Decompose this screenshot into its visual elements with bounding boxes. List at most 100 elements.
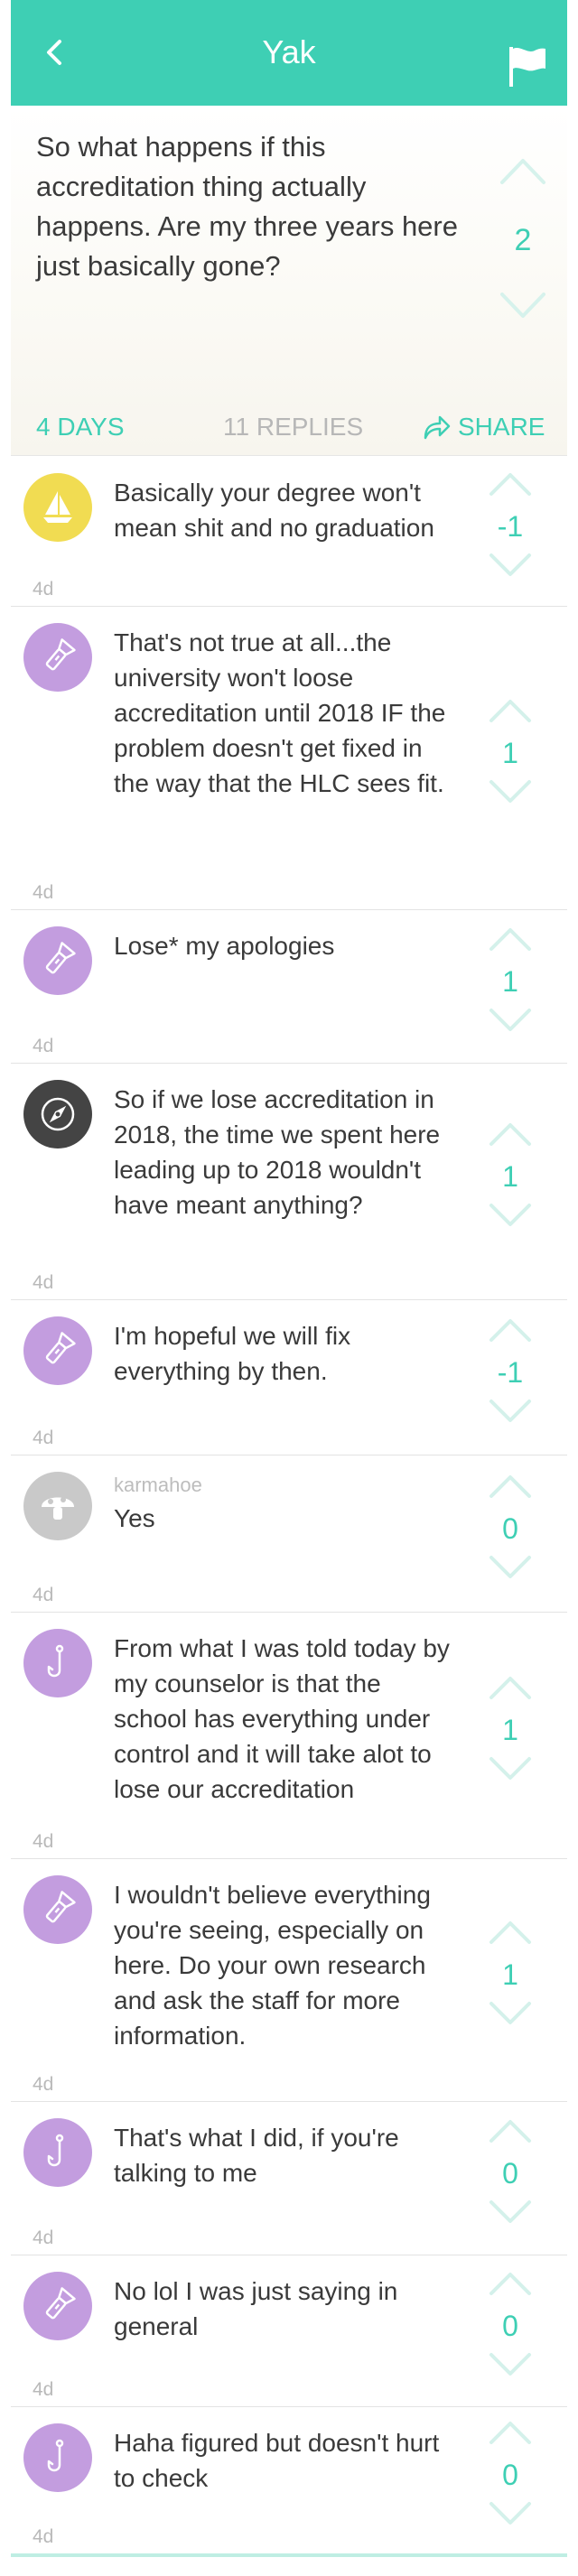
reply-item: That's what I did, if you're talking to … <box>11 2102 567 2255</box>
reply-text: Haha figured but doesn't hurt to check <box>114 2429 440 2492</box>
upvote-icon[interactable] <box>488 925 533 953</box>
downvote-icon[interactable] <box>488 1554 533 1581</box>
mushroom-icon <box>37 1485 79 1527</box>
downvote-icon[interactable] <box>488 2351 533 2378</box>
yak-app: Yak So what happens if this accreditatio… <box>0 0 578 2576</box>
compass-icon <box>37 1093 79 1135</box>
reply-time: 4d <box>33 2074 54 2095</box>
reply-text: I'm hopeful we will fix everything by th… <box>114 1322 351 1385</box>
downvote-icon[interactable] <box>488 1007 533 1034</box>
upvote-icon[interactable] <box>488 470 533 498</box>
fishhook-icon <box>38 2438 78 2478</box>
upvote-icon[interactable] <box>488 1121 533 1148</box>
reply-text: Lose* my apologies <box>114 932 335 960</box>
reply-item: So if we lose accreditation in 2018, the… <box>11 1064 567 1300</box>
reply-score: -1 <box>497 1356 524 1389</box>
reply-item: No lol I was just saying in general 0 4d <box>11 2255 567 2407</box>
fishhook-icon <box>38 2133 78 2172</box>
downvote-icon[interactable] <box>499 291 547 321</box>
reply-text: Basically your degree won't mean shit an… <box>114 479 434 542</box>
reply-time: 4d <box>33 1831 54 1852</box>
reply-item: I wouldn't believe everything you're see… <box>11 1859 567 2102</box>
reply-time: 4d <box>33 1036 54 1056</box>
avatar <box>23 1629 92 1697</box>
reply-time: 4d <box>33 2379 54 2400</box>
reply-item: karmahoe Yes 0 4d <box>11 1455 567 1613</box>
avatar <box>23 1080 92 1149</box>
share-icon <box>424 415 451 440</box>
flashlight-icon <box>38 1890 78 1930</box>
reply-time: 4d <box>33 2526 54 2547</box>
reply-count: 11 REPLIES <box>223 413 364 441</box>
upvote-icon[interactable] <box>488 1919 533 1946</box>
header-bar: Yak <box>11 0 567 106</box>
bottom-divider <box>11 2553 567 2557</box>
upvote-icon[interactable] <box>499 155 547 186</box>
downvote-icon[interactable] <box>488 1755 533 1782</box>
reply-text: That's not true at all...the university … <box>114 628 446 797</box>
downvote-icon[interactable] <box>488 2199 533 2226</box>
downvote-icon[interactable] <box>488 2500 533 2527</box>
reply-time: 4d <box>33 1585 54 1605</box>
upvote-icon[interactable] <box>488 2419 533 2446</box>
reply-item: Basically your degree won't mean shit an… <box>11 457 567 607</box>
reply-score: -1 <box>497 510 524 543</box>
reply-score: 0 <box>502 2310 518 2342</box>
reply-time: 4d <box>33 1272 54 1293</box>
downvote-icon[interactable] <box>488 1202 533 1229</box>
original-post: So what happens if this accreditation th… <box>11 106 567 456</box>
reply-item: That's not true at all...the university … <box>11 607 567 910</box>
flag-icon[interactable] <box>508 45 547 88</box>
upvote-icon[interactable] <box>488 1473 533 1500</box>
page-title: Yak <box>262 33 316 70</box>
reply-text: No lol I was just saying in general <box>114 2277 398 2340</box>
reply-time: 4d <box>33 882 54 903</box>
reply-score: 0 <box>502 2459 518 2491</box>
reply-username: karmahoe <box>114 1474 202 1496</box>
upvote-icon[interactable] <box>488 2270 533 2297</box>
avatar <box>23 473 92 542</box>
avatar <box>23 1316 92 1385</box>
reply-text: Yes <box>114 1504 155 1532</box>
reply-score: 1 <box>502 1958 518 1991</box>
upvote-icon[interactable] <box>488 2117 533 2144</box>
reply-score: 1 <box>502 965 518 998</box>
post-score: 2 <box>514 223 532 257</box>
post-text: So what happens if this accreditation th… <box>36 131 458 282</box>
post-age: 4 DAYS <box>36 413 125 441</box>
flashlight-icon <box>38 941 78 981</box>
reply-score: 1 <box>502 1714 518 1746</box>
avatar <box>23 623 92 692</box>
downvote-icon[interactable] <box>488 552 533 579</box>
reply-item: I'm hopeful we will fix everything by th… <box>11 1300 567 1455</box>
upvote-icon[interactable] <box>488 697 533 724</box>
avatar <box>23 926 92 995</box>
reply-score: 0 <box>502 1512 518 1545</box>
downvote-icon[interactable] <box>488 778 533 805</box>
flashlight-icon <box>38 2286 78 2326</box>
reply-text: That's what I did, if you're talking to … <box>114 2124 399 2187</box>
reply-text: So if we lose accreditation in 2018, the… <box>114 1085 441 1219</box>
reply-time: 4d <box>33 579 54 600</box>
reply-item: Haha figured but doesn't hurt to check 0 4… <box>11 2407 567 2554</box>
avatar <box>23 1472 92 1540</box>
reply-score: 1 <box>502 1160 518 1193</box>
share-label: SHARE <box>458 413 545 441</box>
downvote-icon[interactable] <box>488 2000 533 2027</box>
reply-text: From what I was told today by my counsel… <box>114 1634 450 1803</box>
avatar <box>23 2272 92 2340</box>
reply-time: 4d <box>33 1427 54 1448</box>
reply-item: From what I was told today by my counsel… <box>11 1613 567 1859</box>
upvote-icon[interactable] <box>488 1316 533 1344</box>
reply-score: 0 <box>502 2157 518 2190</box>
reply-item: Lose* my apologies 1 4d <box>11 910 567 1064</box>
avatar <box>23 2118 92 2187</box>
downvote-icon[interactable] <box>488 1398 533 1425</box>
reply-time: 4d <box>33 2227 54 2248</box>
fishhook-icon <box>38 1643 78 1683</box>
reply-score: 1 <box>502 737 518 769</box>
share-button[interactable]: SHARE <box>422 413 545 442</box>
upvote-icon[interactable] <box>488 1674 533 1701</box>
avatar <box>23 1875 92 1944</box>
avatar <box>23 2423 92 2492</box>
